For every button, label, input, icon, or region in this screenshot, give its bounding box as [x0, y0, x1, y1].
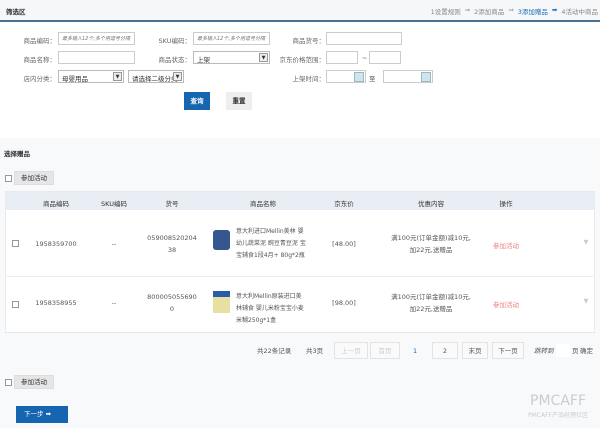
col-name: 商品名称: [250, 200, 276, 208]
table-row: 1958359700 -- 05900852020438 意大利进口Mellin…: [6, 210, 594, 277]
arrow-right-icon: ➡: [45, 410, 52, 418]
jump-label: 跳转到: [534, 347, 554, 355]
code-input[interactable]: 最多输入12个,多个用逗号分隔: [58, 32, 135, 45]
category2-select[interactable]: 请选择二级分类 ▼: [128, 70, 184, 83]
code-label: 商品编码：: [23, 37, 57, 45]
row-promo: 满100元(订单金额)减10元,加22元,送赠品: [391, 293, 471, 313]
chevron-down-icon[interactable]: ▼: [584, 297, 589, 305]
page-1[interactable]: 1: [413, 344, 417, 359]
arrow-icon: ⇒: [464, 6, 471, 14]
col-code: 商品编码: [43, 200, 69, 208]
filter-title: 筛选区: [6, 8, 26, 16]
category2-value: 请选择二级分类: [132, 75, 178, 83]
category-label: 店内分类：: [23, 75, 57, 83]
time-label: 上架时间：: [292, 75, 326, 83]
calendar-icon[interactable]: [421, 72, 431, 82]
sku-input[interactable]: 最多输入12个,多个用逗号分隔: [193, 32, 270, 45]
row-name: 意大利进口Mellin美林 婴幼儿蔬菜泥 豌豆青豆泥 宝宝辅食1段4月+ 80g…: [236, 228, 306, 259]
last-page-button[interactable]: 末页: [462, 342, 488, 359]
watermark-sub: PMCAFF产品经理社区: [528, 412, 588, 419]
price-sep: ~: [362, 54, 368, 62]
watermark-brand: PMCAFF: [530, 393, 586, 409]
item-no-input[interactable]: [326, 32, 402, 45]
time-start-input[interactable]: [326, 70, 366, 83]
select-all-checkbox[interactable]: [5, 175, 12, 182]
row-price: [98.00]: [332, 299, 356, 307]
next-step-label: 下一步: [24, 410, 44, 418]
col-action: 操作: [499, 200, 513, 208]
total-pages: 共3页: [306, 347, 324, 355]
step-2: 2添加商品: [474, 8, 505, 16]
item-no-label: 商品货号：: [292, 37, 326, 45]
category1-value: 母婴用品: [62, 75, 88, 83]
col-price: 京东价: [334, 200, 354, 208]
row-sku: --: [111, 240, 117, 248]
chevron-down-icon: ▼: [173, 72, 182, 81]
sku-label: SKU编码：: [158, 37, 191, 45]
row-name: 意大利Mellin原装进口美林辅食 婴儿米粉宝宝小麦米糊250g*1盒: [236, 293, 304, 324]
status-value: 上架: [197, 56, 210, 64]
step-indicator: 1设置规则 ⇒ 2添加商品 ⇒ 3添加赠品 ➡ 4活动中商品: [431, 6, 598, 16]
row-sku: --: [111, 299, 117, 307]
row-checkbox[interactable]: [12, 301, 19, 308]
name-input[interactable]: [58, 51, 135, 64]
reset-button[interactable]: 重置: [226, 92, 252, 110]
row-no: 8000050556900: [147, 293, 197, 313]
gift-table: 商品编码 SKU编码 货号 商品名称 京东价 优惠内容 操作 195835970…: [5, 191, 595, 333]
first-page-button[interactable]: 首页: [370, 342, 400, 359]
total-records: 共22条记录: [257, 347, 292, 355]
jump-input[interactable]: [556, 344, 570, 357]
query-button[interactable]: 查询: [184, 92, 210, 110]
time-end-input[interactable]: [383, 70, 433, 83]
row-no: 05900852020438: [147, 234, 197, 254]
jump-ok-button[interactable]: 确定: [580, 344, 593, 359]
chevron-down-icon[interactable]: ▼: [584, 238, 589, 246]
category1-select[interactable]: 母婴用品 ▼: [58, 70, 124, 83]
next-page-button[interactable]: 下一页: [492, 342, 524, 359]
table-header: 商品编码 SKU编码 货号 商品名称 京东价 优惠内容 操作: [6, 192, 594, 210]
product-image: [213, 230, 230, 250]
step-3: 3添加赠品: [517, 8, 548, 16]
header-bar: 筛选区 1设置规则 ⇒ 2添加商品 ⇒ 3添加赠品 ➡ 4活动中商品: [0, 0, 600, 22]
join-link[interactable]: 参加活动: [493, 299, 519, 309]
section-title: 选择赠品: [4, 150, 30, 158]
row-code: 1958358955: [35, 299, 77, 307]
table-row: 1958358955 -- 8000050556900 意大利Mellin原装进…: [6, 277, 594, 333]
price-min-input[interactable]: [326, 51, 358, 64]
status-select[interactable]: 上架 ▼: [193, 51, 270, 64]
time-sep: 至: [369, 75, 376, 83]
name-label: 商品名称：: [23, 56, 57, 64]
join-activity-button[interactable]: 参加活动: [14, 171, 54, 185]
arrow-icon: ⇒: [508, 6, 514, 14]
page-2[interactable]: 2: [432, 342, 458, 359]
status-label: 商品状态：: [158, 56, 192, 64]
arrow-icon: ➡: [551, 6, 558, 14]
step-4: 4活动中商品: [561, 8, 598, 16]
step-1: 1设置规则: [430, 8, 461, 16]
prev-page-button[interactable]: 上一页: [334, 342, 368, 359]
row-promo: 满100元(订单金额)减10元,加22元,送赠品: [391, 234, 471, 254]
col-no: 货号: [165, 200, 179, 208]
price-max-input[interactable]: [369, 51, 401, 64]
select-all-checkbox-bottom[interactable]: [5, 379, 12, 386]
price-label: 京东价格范围：: [279, 56, 326, 64]
col-sku: SKU编码: [101, 200, 127, 208]
product-image: [213, 291, 230, 313]
join-activity-button-bottom[interactable]: 参加活动: [14, 375, 54, 389]
next-step-button[interactable]: 下一步 ➡: [16, 406, 68, 423]
row-price: [48.00]: [332, 240, 356, 248]
chevron-down-icon: ▼: [113, 72, 122, 81]
page-unit: 页: [572, 347, 579, 355]
calendar-icon[interactable]: [354, 72, 364, 82]
row-checkbox[interactable]: [12, 240, 19, 247]
join-link[interactable]: 参加活动: [493, 240, 519, 250]
row-code: 1958359700: [35, 240, 77, 248]
col-promo: 优惠内容: [418, 200, 444, 208]
